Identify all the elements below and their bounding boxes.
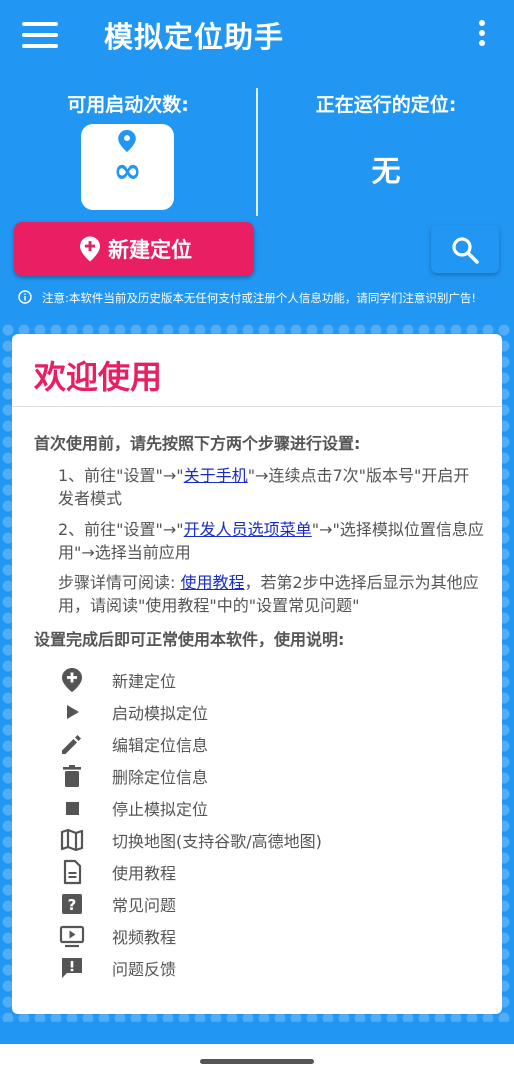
help-label: 常见问题 <box>112 896 177 915</box>
welcome-card: 欢迎使用 首次使用前，请先按照下方两个步骤进行设置: 1、前往"设置"→"关于手… <box>12 334 502 1014</box>
info-icon <box>18 290 32 304</box>
developer-options-link[interactable]: 开发人员选项菜单 <box>184 520 312 539</box>
app-bar: 模拟定位助手 <box>0 0 514 70</box>
stop-icon <box>66 802 79 815</box>
hamburger-menu-icon[interactable] <box>22 22 58 48</box>
setup-intro: 首次使用前，请先按照下方两个步骤进行设置: <box>34 434 361 453</box>
about-phone-link[interactable]: 关于手机 <box>184 466 248 485</box>
available-count-value: ∞ <box>113 151 142 191</box>
help-label: 启动模拟定位 <box>112 704 209 723</box>
step-1-text-a: 1、前往"设置"→" <box>58 466 184 485</box>
play-icon <box>67 705 79 719</box>
available-count-card: ∞ <box>81 124 174 210</box>
tutorial-link[interactable]: 使用教程 <box>180 573 244 592</box>
video-icon <box>59 925 85 948</box>
help-label: 视频教程 <box>112 928 177 947</box>
step-detail-text-a: 步骤详情可阅读: <box>58 573 181 592</box>
list-item: 删除定位信息 <box>58 760 478 792</box>
system-nav-bar <box>0 1044 514 1080</box>
app-title: 模拟定位助手 <box>104 20 285 54</box>
list-item: 编辑定位信息 <box>58 728 478 760</box>
list-item: 视频教程 <box>58 920 478 952</box>
help-label: 停止模拟定位 <box>112 800 209 819</box>
step-detail: 步骤详情可阅读: 使用教程，若第2步中选择后显示为其他应用，请阅读"使用教程"中… <box>58 571 486 617</box>
pencil-icon <box>62 735 81 754</box>
location-pin-icon <box>118 130 136 152</box>
notice-text: 注意:本软件当前及历史版本无任何支付或注册个人信息功能，请同学们注意识别广告! <box>42 291 476 305</box>
help-label: 问题反馈 <box>112 960 177 979</box>
add-location-icon <box>62 668 82 692</box>
question-icon: ? <box>62 894 82 914</box>
step-1: 1、前往"设置"→"关于手机"→连续点击7次"版本号"开启开发者模式 <box>58 464 482 510</box>
svg-text:?: ? <box>68 896 77 914</box>
search-button[interactable] <box>431 225 499 273</box>
add-location-icon <box>80 236 100 262</box>
trash-icon <box>63 765 81 787</box>
help-label: 编辑定位信息 <box>112 736 209 755</box>
usage-title: 设置完成后即可正常使用本软件，使用说明: <box>34 630 345 649</box>
list-item: 启动模拟定位 <box>58 696 478 728</box>
step-2: 2、前往"设置"→"开发人员选项菜单"→"选择模拟位置信息应用"→选择当前应用 <box>58 518 490 564</box>
help-label: 新建定位 <box>112 672 177 691</box>
map-icon <box>60 828 84 852</box>
welcome-title: 欢迎使用 <box>34 358 163 396</box>
running-location-label: 正在运行的定位: <box>315 94 457 116</box>
card-divider <box>12 406 502 407</box>
available-count-label: 可用启动次数: <box>67 94 189 116</box>
new-location-button[interactable]: 新建定位 <box>14 222 254 276</box>
help-label: 使用教程 <box>112 864 177 883</box>
list-item: 使用教程 <box>58 856 478 888</box>
feedback-icon <box>62 958 82 978</box>
search-icon <box>452 237 479 264</box>
step-2-text-a: 2、前往"设置"→" <box>58 520 184 539</box>
available-count-label-wrap: 可用启动次数: <box>0 90 256 117</box>
list-item: 切换地图(支持谷歌/高德地图) <box>58 824 478 856</box>
more-options-icon[interactable] <box>472 20 492 50</box>
help-list: 新建定位 启动模拟定位 编辑定位信息 删除定位信息 停止模拟定位 切换地图(支持… <box>58 664 478 984</box>
list-item: 问题反馈 <box>58 952 478 984</box>
running-location-label-wrap: 正在运行的定位: <box>258 90 514 117</box>
list-item: ? 常见问题 <box>58 888 478 920</box>
running-location-value: 无 <box>371 154 401 188</box>
help-label: 切换地图(支持谷歌/高德地图) <box>112 832 322 851</box>
list-item: 新建定位 <box>58 664 478 696</box>
help-label: 删除定位信息 <box>112 768 209 787</box>
document-icon <box>63 859 82 885</box>
list-item: 停止模拟定位 <box>58 792 478 824</box>
home-gesture-pill[interactable] <box>200 1059 314 1064</box>
new-location-label: 新建定位 <box>108 238 192 262</box>
